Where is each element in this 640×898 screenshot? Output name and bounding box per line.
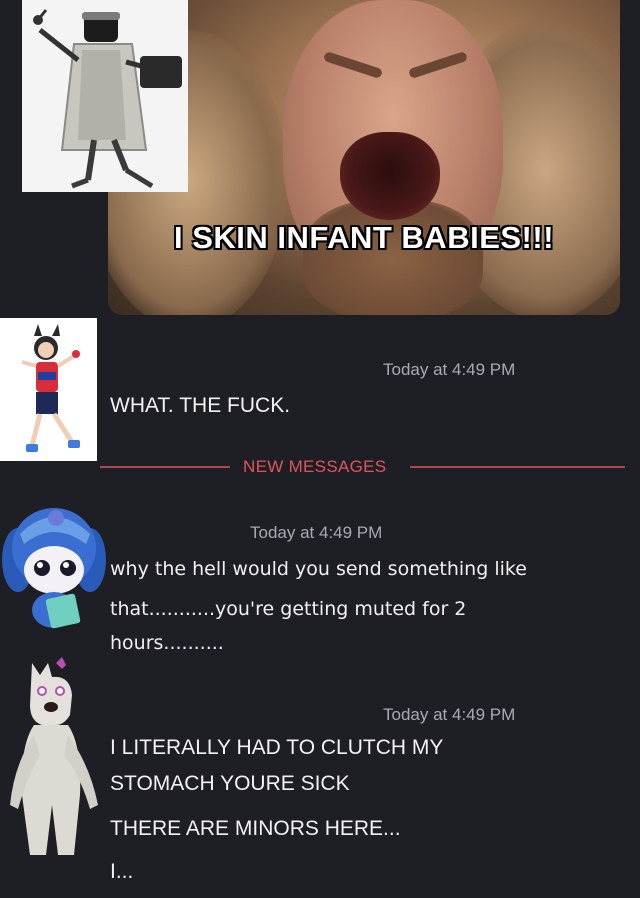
avatar-girl-figure[interactable] bbox=[0, 318, 97, 461]
white-figure-icon bbox=[10, 657, 98, 855]
message-2-line-2: that...........you're getting muted for … bbox=[110, 598, 467, 620]
meme-mouth bbox=[340, 132, 440, 220]
avatar-blue-creature[interactable] bbox=[0, 500, 110, 640]
new-messages-divider-right bbox=[410, 466, 625, 468]
robot-figure-icon bbox=[33, 9, 182, 189]
new-messages-divider-left bbox=[100, 466, 230, 468]
blue-creature-icon bbox=[2, 508, 106, 629]
message-3-line-2: STOMACH YOURE SICK bbox=[110, 772, 350, 795]
message-3-timestamp: Today at 4:49 PM bbox=[383, 705, 516, 724]
avatar-white-figure[interactable] bbox=[0, 655, 110, 894]
message-3-line-1: I LITERALLY HAD TO CLUTCH MY bbox=[110, 736, 444, 759]
message-1-text: WHAT. THE FUCK. bbox=[110, 394, 291, 417]
message-2-line-1: why the hell would you send something li… bbox=[110, 558, 527, 580]
girl-figure-icon bbox=[21, 324, 80, 452]
new-messages-label: NEW MESSAGES bbox=[243, 457, 387, 476]
message-3-line-3: THERE ARE MINORS HERE... bbox=[110, 817, 401, 840]
message-2-timestamp: Today at 4:49 PM bbox=[250, 523, 383, 542]
avatar-robot[interactable] bbox=[22, 0, 188, 192]
meme-caption: I SKIN INFANT BABIES!!! bbox=[173, 220, 555, 255]
message-2-line-3: hours.......... bbox=[110, 632, 224, 654]
message-1-timestamp: Today at 4:49 PM bbox=[383, 360, 516, 379]
message-3-line-4: I... bbox=[110, 860, 134, 883]
